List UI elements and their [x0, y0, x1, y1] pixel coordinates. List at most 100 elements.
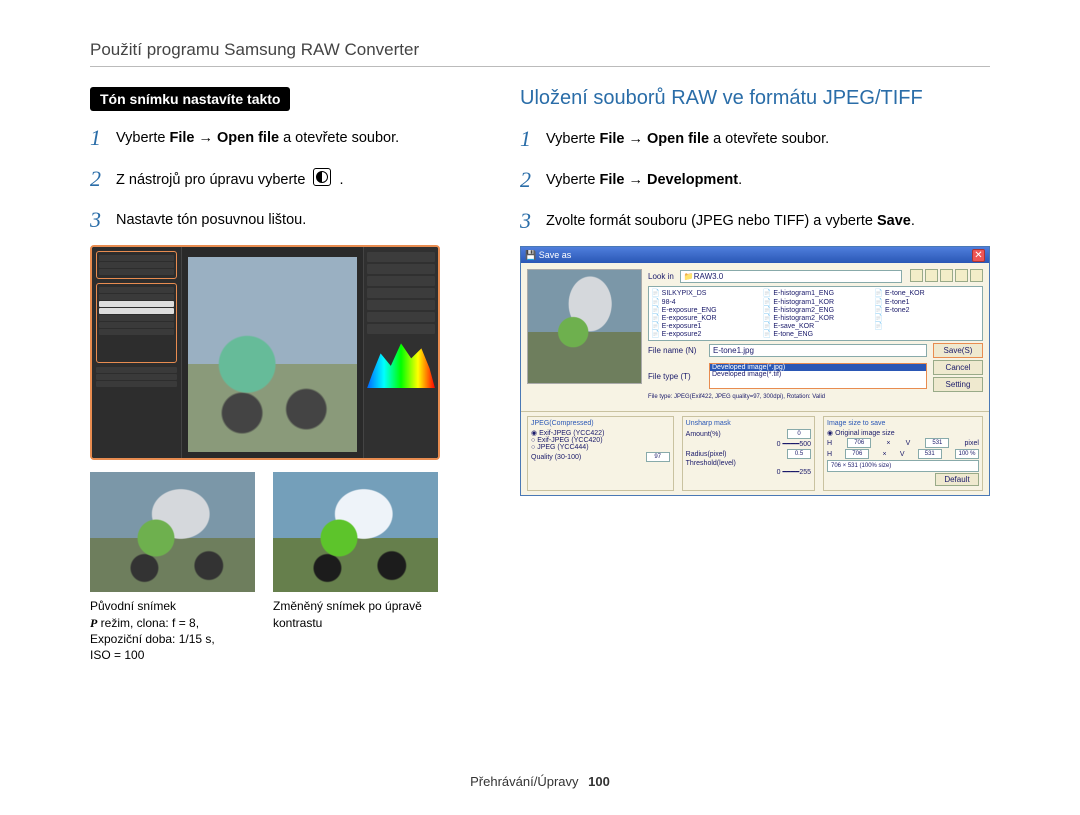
right-step-2: 2 Vyberte File → Development.	[520, 165, 990, 196]
filename-field[interactable]: E-tone1.jpg	[709, 344, 927, 357]
radio-jpeg444[interactable]: JPEG (YCC444)	[531, 444, 670, 451]
lookin-combo[interactable]: 📁 RAW3.0	[680, 270, 902, 283]
arrow: →	[624, 172, 647, 188]
step-number: 2	[90, 164, 116, 195]
text: .	[911, 213, 915, 229]
dialog-title: Save as	[539, 250, 572, 260]
thumb-image	[273, 472, 438, 592]
step-number: 3	[90, 205, 116, 236]
h-value[interactable]: 706	[845, 449, 869, 459]
right-column: Uložení souborů RAW ve formátu JPEG/TIFF…	[520, 87, 990, 774]
menu-openfile: Open file	[647, 131, 709, 147]
unsharp-group: Unsharp mask Amount(%)0 0 ━━━━ 500 Radiu…	[682, 416, 815, 491]
text: Vyberte	[546, 172, 599, 188]
radio-exif420[interactable]: Exif-JPEG (YCC420)	[531, 437, 670, 444]
cancel-button[interactable]: Cancel	[933, 360, 983, 375]
save-dialog-screenshot: 💾 Save as ✕ Look in 📁 RAW3.0 SILKYPIX_DS	[520, 246, 990, 496]
page-number: 100	[588, 774, 610, 789]
list-item[interactable]: E-tone1	[874, 298, 980, 306]
caption-line: režim, clona: f = 8,	[97, 616, 199, 630]
right-step-3: 3 Zvolte formát souboru (JPEG nebo TIFF)…	[520, 206, 990, 237]
caption-line: Změněný snímek po úpravě	[273, 598, 438, 614]
list-item[interactable]: E-histogram1_ENG	[763, 289, 869, 297]
radio-orig-size[interactable]: Original image size	[827, 429, 979, 437]
thumb-image	[90, 472, 255, 592]
list-item[interactable]: E-exposure1	[651, 322, 757, 330]
list-item[interactable]: E-exposure_ENG	[651, 306, 757, 314]
text: Vyberte	[546, 131, 599, 147]
list-item[interactable]: E-tone2	[874, 306, 980, 314]
size-combo[interactable]: 706 × 531 (100% size)	[827, 460, 979, 472]
list-item[interactable]: E-exposure2	[651, 330, 757, 338]
default-button[interactable]: Default	[935, 473, 979, 486]
menu-file: File	[169, 130, 194, 146]
close-icon[interactable]: ✕	[972, 249, 985, 262]
h-label: H	[827, 440, 832, 447]
size-group: Image size to save Original image size H…	[823, 416, 983, 491]
step-number: 1	[90, 123, 116, 154]
filetype-field[interactable]: Developed image(*.jpg) Developed image(*…	[709, 363, 927, 389]
section-title: Použití programu Samsung RAW Converter	[90, 40, 990, 67]
filetype-label: File type (T)	[648, 372, 703, 381]
menu-openfile: Open file	[217, 130, 279, 146]
list-item[interactable]	[874, 314, 980, 322]
unsharp-label: Unsharp mask	[686, 420, 811, 427]
radius-value[interactable]: 0.5	[787, 449, 811, 459]
setting-button[interactable]: Setting	[933, 377, 983, 392]
list-item[interactable]: SILKYPIX_DS	[651, 289, 757, 297]
filename-label: File name (N)	[648, 346, 703, 355]
text: Zvolte formát souboru (JPEG nebo TIFF) a…	[546, 213, 877, 229]
amount-value[interactable]: 0	[787, 429, 811, 439]
list-item[interactable]: E-histogram2_KOR	[763, 314, 869, 322]
menu-file: File	[599, 131, 624, 147]
list-item[interactable]	[874, 322, 980, 330]
right-steps: 1 Vyberte File → Open file a otevřete so…	[520, 124, 990, 236]
left-column: Tón snímku nastavíte takto 1 Vyberte Fil…	[90, 87, 480, 774]
threshold-label: Threshold(level)	[686, 460, 736, 467]
filename-value: E-tone1.jpg	[713, 346, 754, 355]
list-item[interactable]: 98-4	[651, 298, 757, 306]
jpeg-group-label: JPEG(Compressed)	[531, 420, 670, 427]
arrow: →	[624, 131, 647, 147]
h-value[interactable]: 706	[847, 438, 871, 448]
amount-label: Amount(%)	[686, 431, 721, 438]
filetype-selected[interactable]: Developed image(*.jpg)	[710, 364, 926, 371]
save-button[interactable]: Save(S)	[933, 343, 983, 358]
menu-development: Development	[647, 172, 738, 188]
list-item[interactable]: E-histogram1_KOR	[763, 298, 869, 306]
caption-line: Expoziční doba: 1/15 s,	[90, 631, 255, 647]
quality-value[interactable]: 97	[646, 452, 670, 462]
list-item[interactable]: E-save_KOR	[763, 322, 869, 330]
tone-heading-pill: Tón snímku nastavíte takto	[90, 87, 290, 111]
slider-max: 255	[799, 469, 811, 476]
filetype-alt[interactable]: Developed image(*.tif)	[710, 371, 926, 378]
step-number: 3	[520, 206, 546, 237]
save-heading: Uložení souborů RAW ve formátu JPEG/TIFF	[520, 87, 990, 110]
text: a otevřete soubor.	[709, 131, 829, 147]
v-value[interactable]: 531	[925, 438, 949, 448]
file-list[interactable]: SILKYPIX_DS E-histogram1_ENG E-tone_KOR …	[648, 286, 983, 341]
v-value[interactable]: 531	[918, 449, 942, 459]
left-steps: 1 Vyberte File → Open file a otevřete so…	[90, 123, 480, 235]
radio-exif422[interactable]: Exif-JPEG (YCC422)	[531, 429, 670, 437]
list-item[interactable]: E-tone_KOR	[874, 289, 980, 297]
quality-label: Quality (30-100)	[531, 454, 581, 461]
right-step-1: 1 Vyberte File → Open file a otevřete so…	[520, 124, 990, 155]
radius-label: Radius(pixel)	[686, 451, 727, 458]
text: Z nástrojů pro úpravu vyberte	[116, 172, 309, 188]
v-label: V	[906, 440, 911, 447]
menu-file: File	[599, 172, 624, 188]
pct-value[interactable]: 100 %	[955, 449, 979, 459]
pixel-label: pixel	[965, 440, 979, 447]
list-item[interactable]: E-tone_ENG	[763, 330, 869, 338]
text: a otevřete soubor.	[279, 130, 399, 146]
slider-max: 500	[799, 441, 811, 448]
footer-label: Přehrávání/Úpravy	[470, 774, 578, 789]
lookin-label: Look in	[648, 272, 674, 281]
list-item[interactable]: E-histogram2_ENG	[763, 306, 869, 314]
list-item[interactable]: E-exposure_KOR	[651, 314, 757, 322]
text: .	[339, 172, 343, 188]
caption-line: kontrastu	[273, 615, 438, 631]
caption-line: Původní snímek	[90, 598, 255, 614]
dialog-toolbar-icons[interactable]	[908, 269, 983, 284]
